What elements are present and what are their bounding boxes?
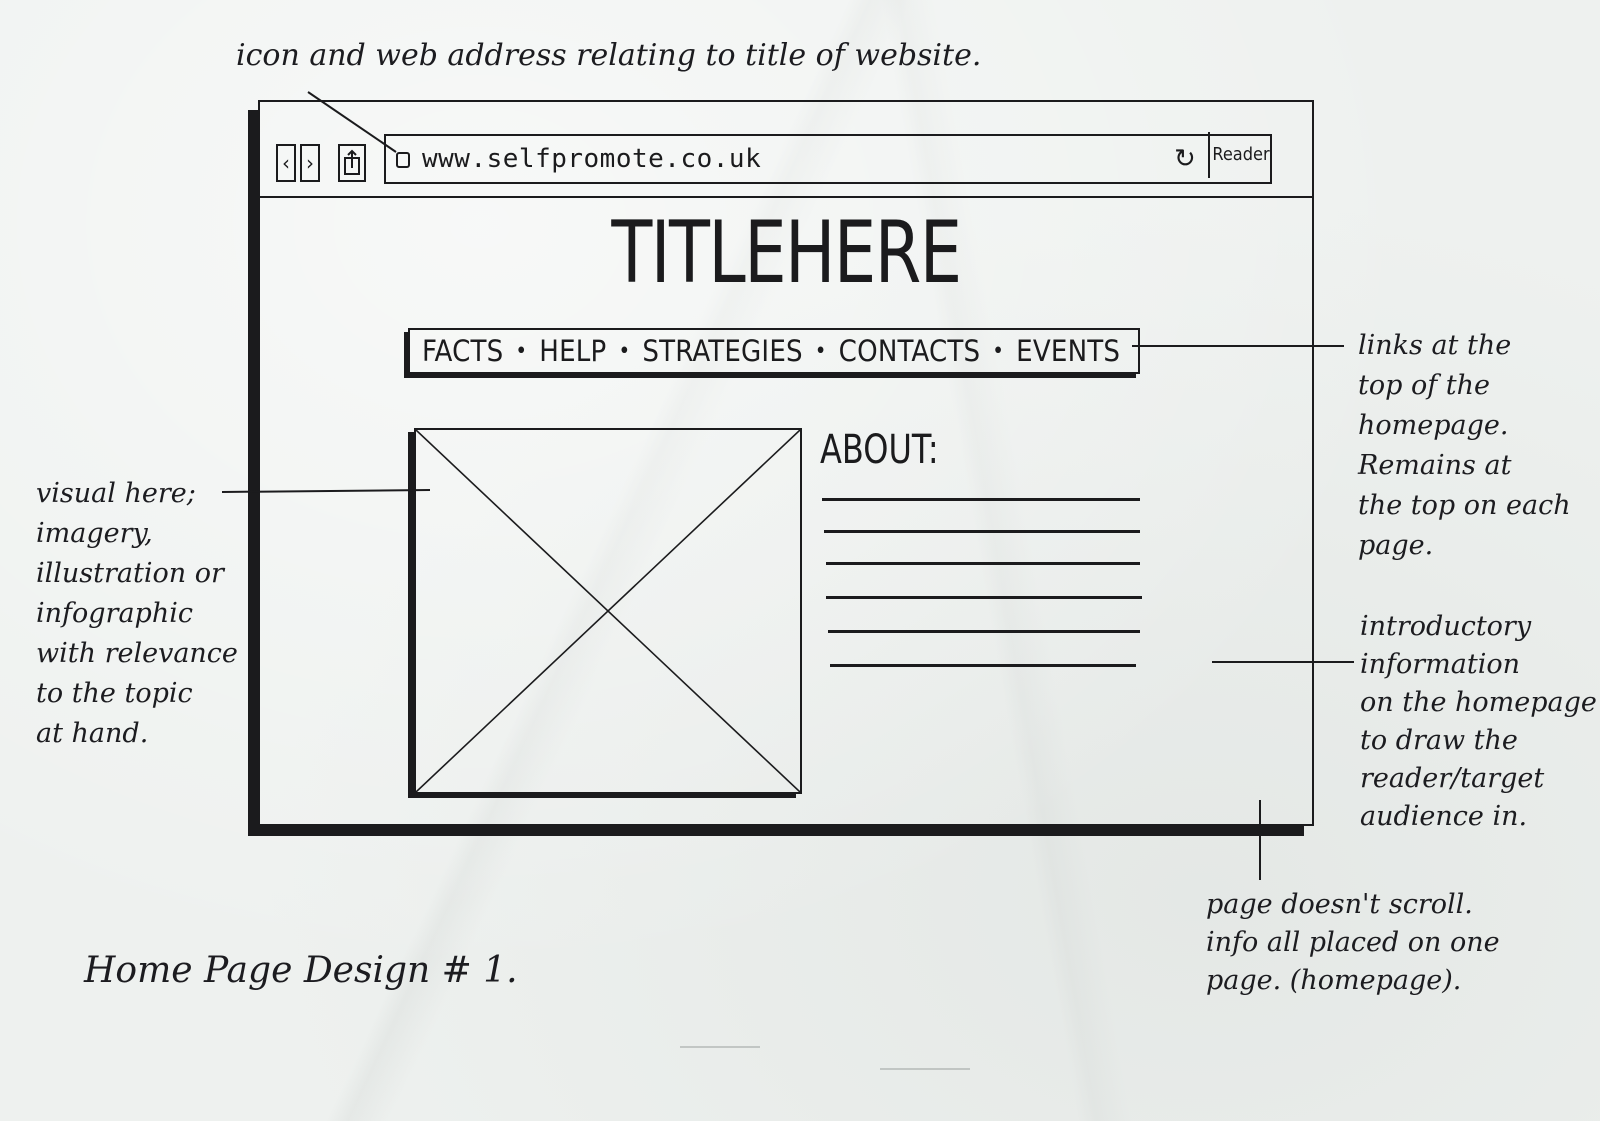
paper-smudge — [680, 1046, 760, 1048]
paper-smudge — [880, 1068, 970, 1070]
design-label: Home Page Design # 1. — [84, 950, 518, 991]
